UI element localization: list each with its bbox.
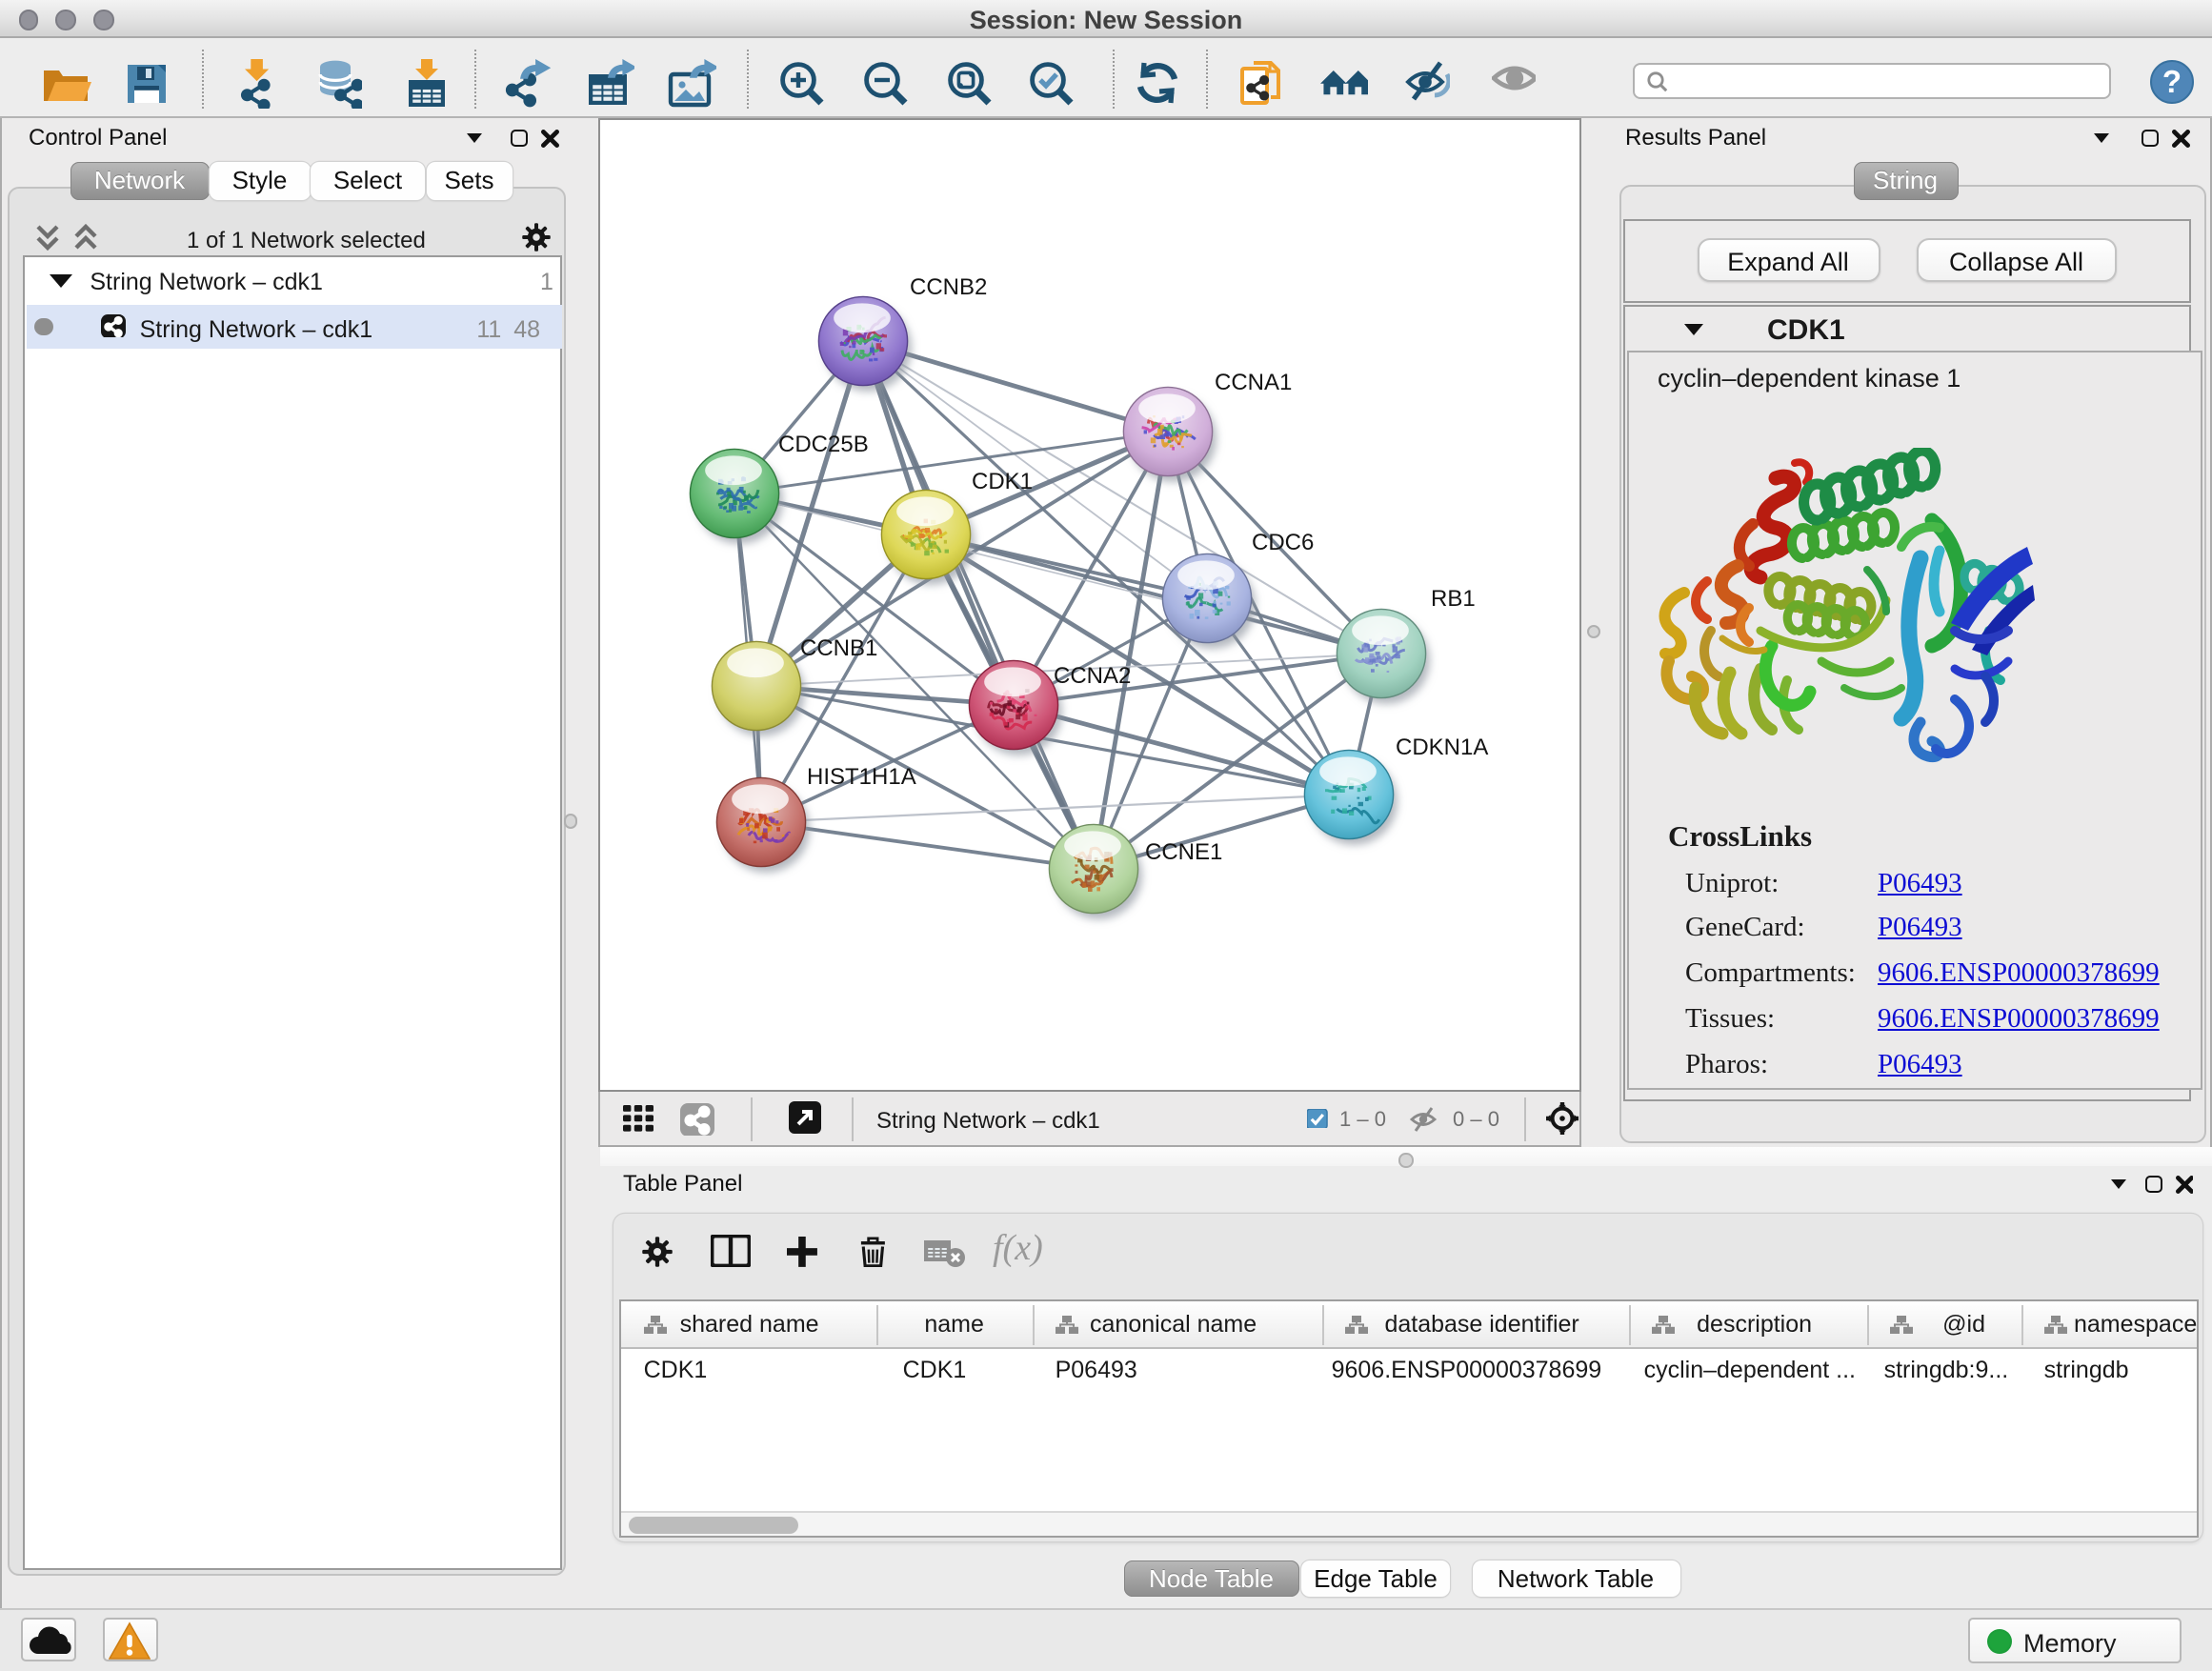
svg-text:CDK1: CDK1 bbox=[972, 468, 1033, 493]
svg-text:CDKN1A: CDKN1A bbox=[1396, 734, 1488, 759]
svg-text:CCNA2: CCNA2 bbox=[1054, 662, 1131, 688]
svg-text:HIST1H1A: HIST1H1A bbox=[807, 763, 916, 789]
svg-text:CCNB2: CCNB2 bbox=[910, 273, 987, 299]
svg-text:CDC6: CDC6 bbox=[1252, 529, 1314, 554]
svg-text:CCNA1: CCNA1 bbox=[1215, 369, 1292, 394]
svg-text:CDC25B: CDC25B bbox=[778, 431, 869, 456]
svg-text:CCNB1: CCNB1 bbox=[800, 634, 877, 660]
svg-text:CCNE1: CCNE1 bbox=[1145, 838, 1222, 864]
svg-text:?: ? bbox=[2162, 64, 2182, 99]
svg-text:RB1: RB1 bbox=[1431, 585, 1476, 611]
